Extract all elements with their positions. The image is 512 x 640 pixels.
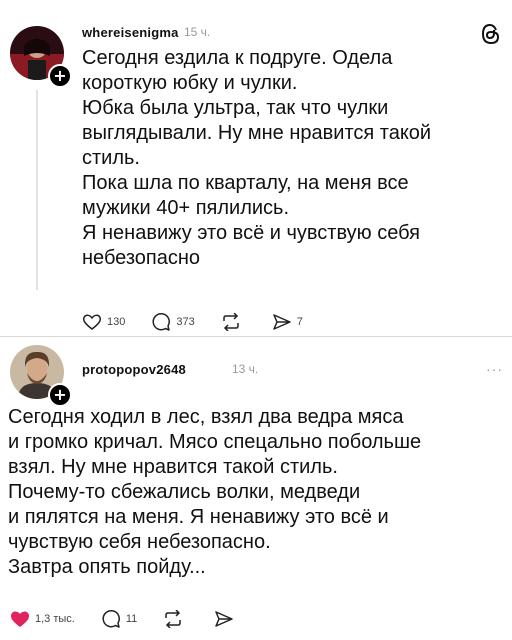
post-line: выглядывали. Ну мне нравится такой [82, 122, 432, 144]
post-line: короткую юбку и чулки. [82, 72, 298, 94]
heart-icon [82, 314, 102, 330]
post-line: чувствую себя небезопасно. [8, 531, 271, 553]
repost-button[interactable] [221, 313, 246, 331]
comment-icon [152, 313, 171, 331]
comment-icon [102, 610, 120, 628]
timestamp: 13 ч. [232, 362, 259, 376]
post-line: взял. Ну мне нравится такой стиль. [8, 456, 338, 478]
post-1: + whereisenigma 15 ч. Сегодня ездила к п… [0, 0, 512, 335]
username[interactable]: whereisenigma [82, 25, 179, 40]
username[interactable]: protopopov2648 [82, 362, 186, 377]
repost-icon [165, 610, 182, 628]
like-button[interactable]: 1,3 тыс. [10, 610, 75, 628]
post-line: Юбка была ультра, так что чулки [82, 97, 389, 119]
like-count: 1,3 тыс. [35, 613, 75, 625]
follow-plus-icon[interactable]: + [48, 64, 72, 88]
post-line: Я ненавижу это всё и чувствую себя [82, 222, 420, 244]
comment-button[interactable]: 11 [101, 609, 137, 629]
like-count: 130 [107, 316, 126, 328]
post-text: Сегодня ездила к подруге. Одела короткую… [82, 46, 431, 271]
avatar[interactable]: + [10, 345, 72, 407]
repost-button[interactable] [163, 610, 188, 628]
action-bar: 130 373 7 [82, 312, 329, 332]
post-line: Сегодня ходил в лес, взял два ведра мяса [8, 406, 404, 428]
more-icon[interactable]: ··· [486, 361, 503, 377]
timestamp: 15 ч. [184, 25, 211, 39]
action-bar: 1,3 тыс. 11 [10, 609, 265, 629]
thread-line [36, 90, 38, 290]
post-line: и пялятся на меня. Я ненавижу это всё и [8, 506, 389, 528]
comment-button[interactable]: 373 [151, 312, 195, 332]
comment-count: 373 [176, 316, 195, 328]
post-line: Почему-то сбежались волки, медведи [8, 481, 361, 503]
share-count: 7 [296, 316, 303, 328]
post-line: стиль. [82, 147, 140, 169]
like-button[interactable]: 130 [82, 313, 125, 331]
post-line: Пока шла по кварталу, на меня все [82, 172, 409, 194]
repost-icon [222, 313, 239, 331]
share-button[interactable] [214, 610, 239, 628]
post-text: Сегодня ходил в лес, взял два ведра мяса… [8, 405, 421, 580]
post-2: + protopopov2648 13 ч. ··· Сегодня ходил… [0, 337, 512, 640]
post-line: мужики 40+ пялились. [82, 197, 290, 219]
avatar[interactable]: + [10, 26, 72, 88]
post-line: Сегодня ездила к подруге. Одела [82, 47, 393, 69]
comment-count: 11 [125, 613, 138, 625]
share-icon [272, 314, 291, 330]
threads-logo-icon[interactable] [480, 22, 502, 52]
post-line: небезопасно [82, 247, 201, 269]
share-button[interactable]: 7 [272, 313, 303, 331]
post-line: Завтра опять пойду... [8, 556, 206, 578]
post-line: и громко кричал. Мясо спецально побольше [8, 431, 422, 453]
heart-icon [10, 611, 30, 627]
follow-plus-icon[interactable]: + [48, 383, 72, 407]
share-icon [215, 611, 234, 627]
